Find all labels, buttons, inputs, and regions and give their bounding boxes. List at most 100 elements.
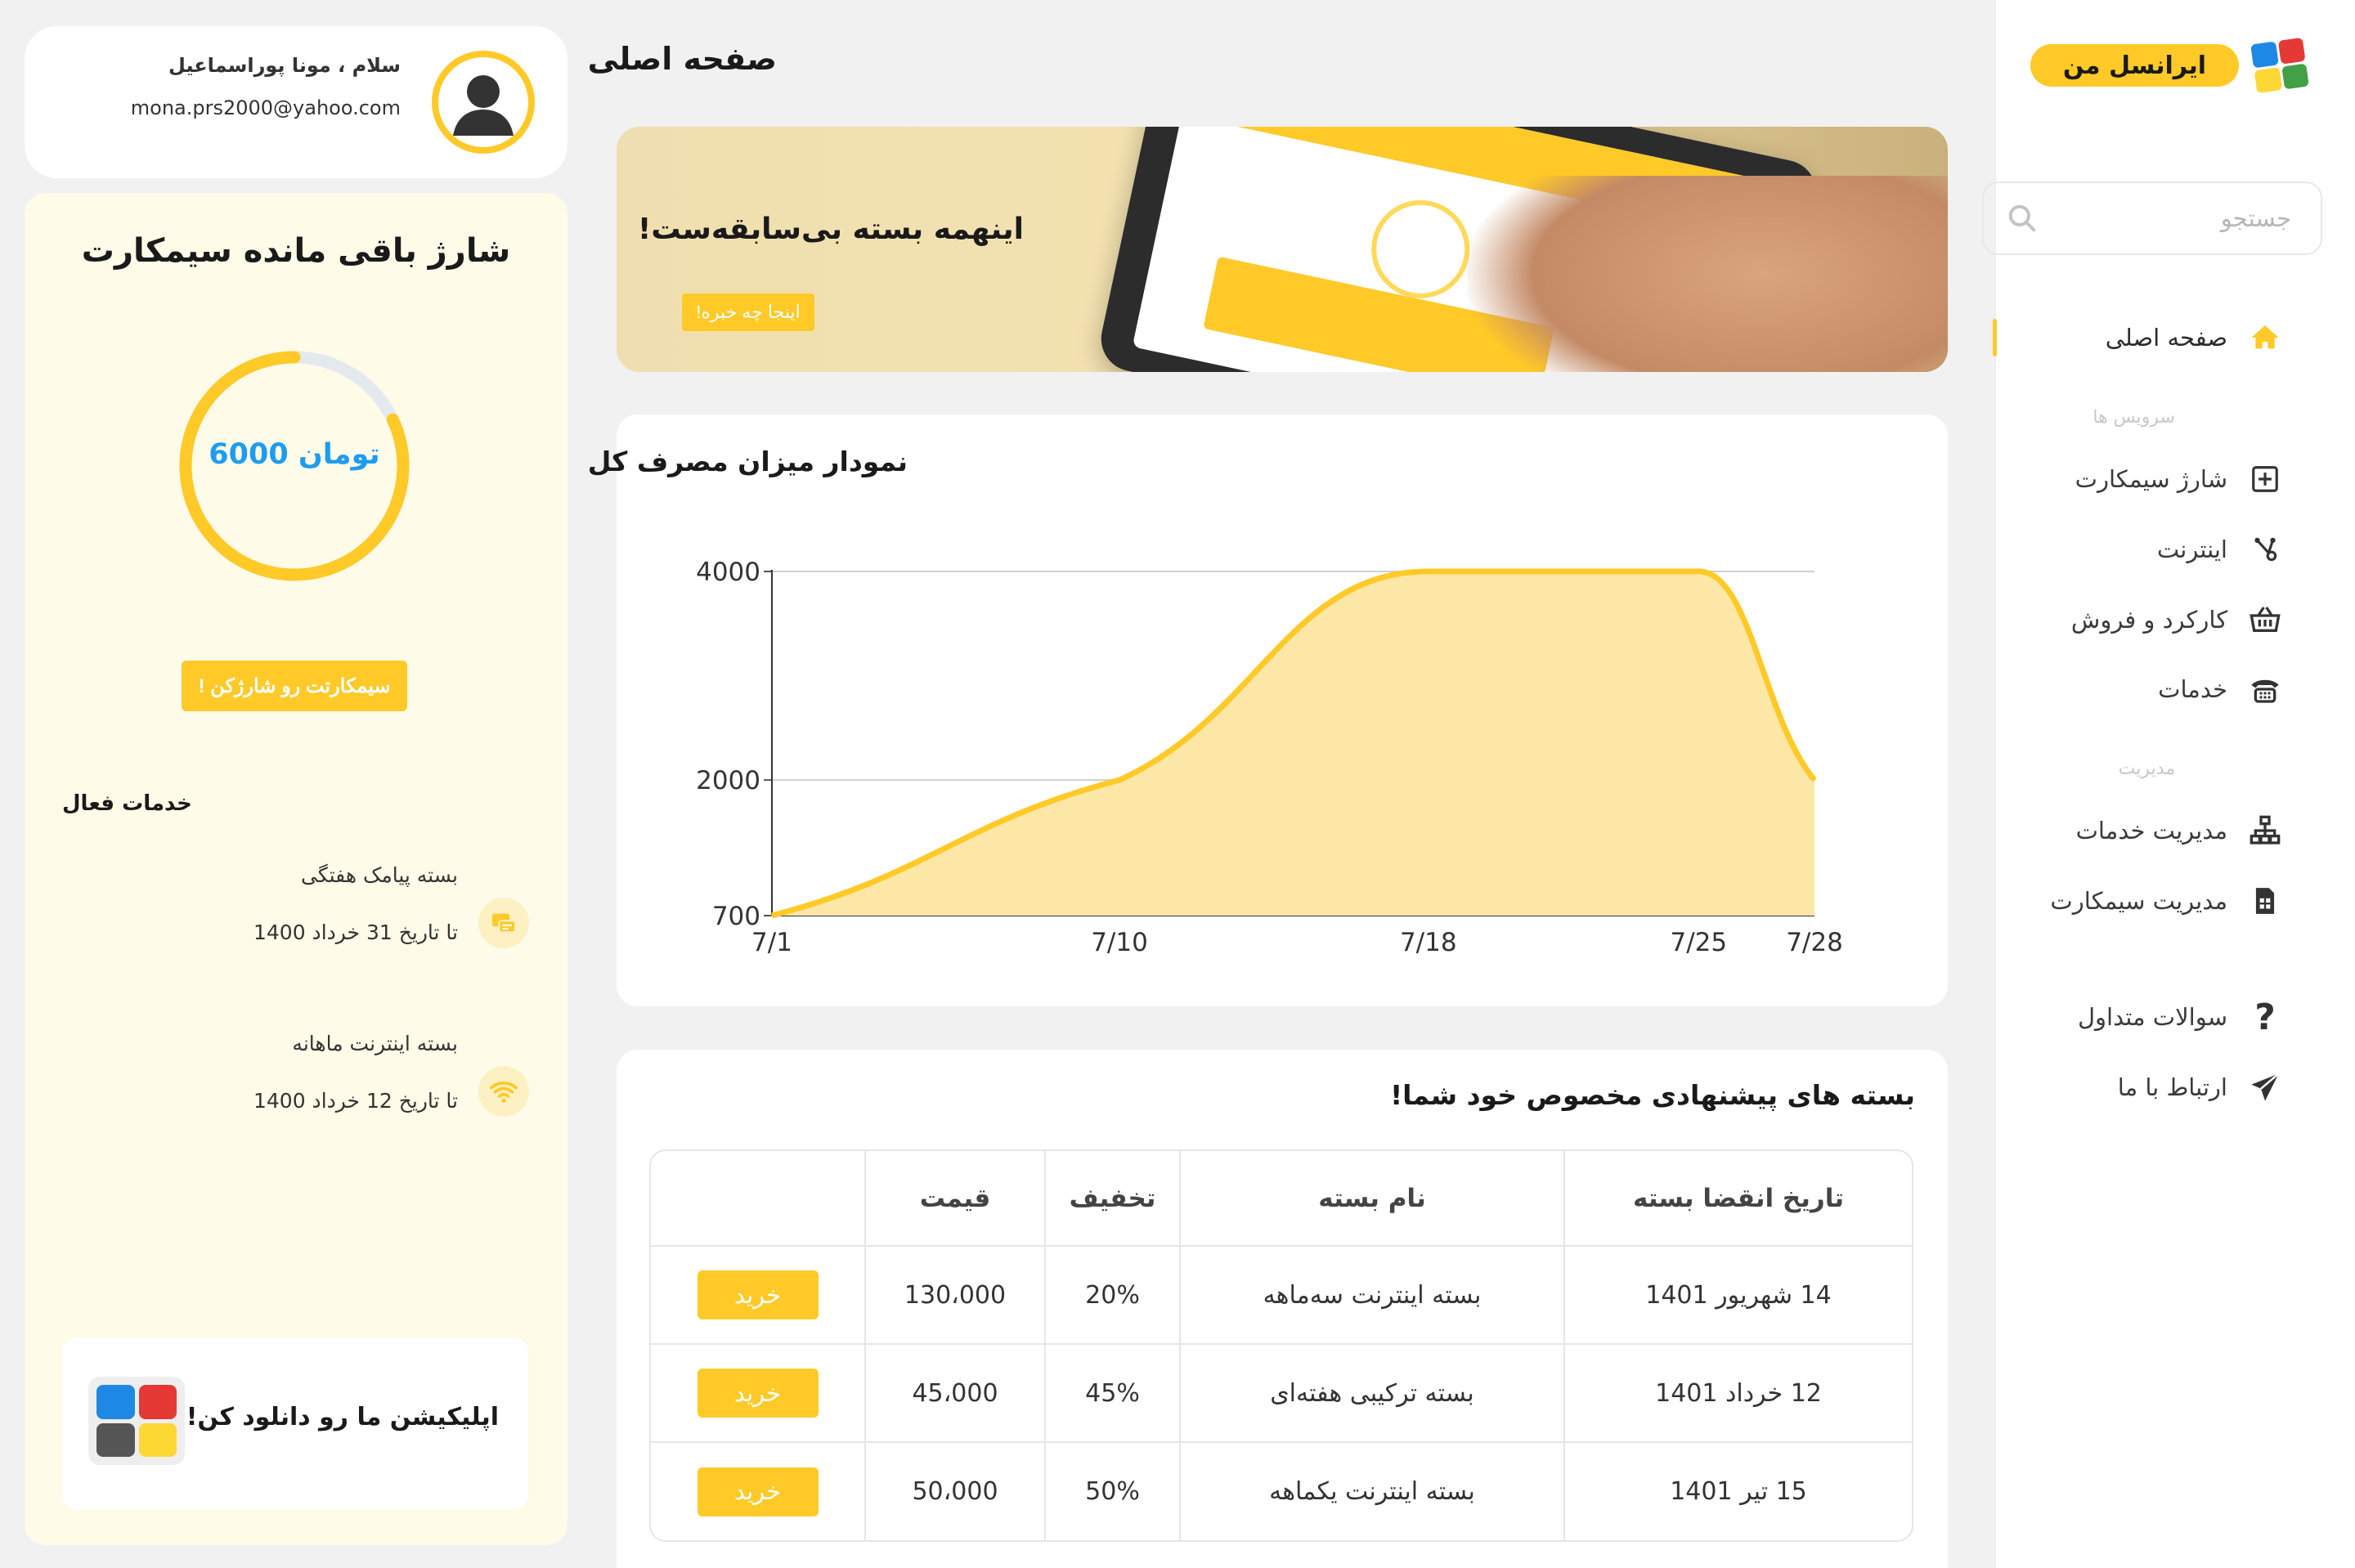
charge-amount: 6000 bbox=[209, 438, 289, 471]
charge-sim-button[interactable]: ! سیمکارتت رو شارژکن bbox=[182, 661, 407, 711]
col-header-expiry: تاریخ انقضا بسته bbox=[1563, 1151, 1912, 1247]
user-icon bbox=[453, 75, 514, 136]
internet-icon bbox=[2249, 533, 2281, 566]
banner-headline: اینهمه بسته بی‌سابقه‌ست! bbox=[637, 213, 1024, 246]
cell-discount: 20% bbox=[1044, 1246, 1180, 1345]
sim-charge-icon bbox=[2249, 463, 2281, 495]
nav-active-indicator bbox=[1993, 319, 1997, 356]
download-app-card[interactable]: اپلیکیشن ما رو دانلود کن! bbox=[62, 1337, 528, 1509]
offers-table: تاریخ انقضا بسته نام بسته تخفیف قیمت 14 … bbox=[651, 1151, 1912, 1540]
cell-action: خرید bbox=[651, 1246, 865, 1345]
table-row: 12 خرداد 1401 بسته ترکیبی هفته‌ای 45% 45،00… bbox=[651, 1344, 1912, 1443]
promo-banner[interactable]: اینهمه بسته بی‌سابقه‌ست! اینجا چه خبره! bbox=[617, 127, 1948, 372]
col-header-name: نام بسته bbox=[1179, 1151, 1564, 1247]
y-tick-label: 4000 bbox=[696, 558, 760, 587]
sidebar: ایرانسل من جستجو صفحه اصلی سرویس ها شارژ… bbox=[1982, 0, 2355, 1568]
data-point bbox=[1119, 779, 1120, 782]
charge-amount-wrap: تومان 6000 bbox=[172, 438, 417, 471]
service-until: تا تاریخ 31 خرداد 1400 bbox=[253, 921, 458, 944]
nav-label-home: صفحه اصلی bbox=[2105, 324, 2227, 352]
cell-action: خرید bbox=[651, 1344, 865, 1443]
buy-button[interactable]: خرید bbox=[697, 1270, 819, 1319]
table-row: 14 شهریور 1401 بسته اینترنت سه‌ماهه 20% 130… bbox=[651, 1246, 1912, 1345]
wifi-icon bbox=[478, 1066, 529, 1117]
offers-title: !بسته های پیشنهادی مخصوص خود شما bbox=[1390, 1079, 1915, 1111]
search-box[interactable]: جستجو bbox=[1982, 181, 2322, 255]
cell-action: خرید bbox=[651, 1442, 865, 1540]
nav-item-manage-services[interactable]: مدیریت خدمات bbox=[2076, 806, 2281, 855]
app-logo-icon bbox=[88, 1377, 185, 1465]
x-tick-label: 7/10 bbox=[1091, 928, 1148, 957]
buy-button[interactable]: خرید bbox=[697, 1369, 819, 1418]
nav-label: خدمات bbox=[2158, 675, 2227, 703]
usage-chart: 700 2000 4000 7/1 7/10 7/18 7/25 7/28 bbox=[696, 558, 1843, 957]
col-header-price: قیمت bbox=[864, 1151, 1045, 1247]
service-name: بسته پیامک هفتگی bbox=[300, 863, 458, 887]
home-icon bbox=[2249, 321, 2281, 354]
sitemap-icon bbox=[2249, 814, 2281, 847]
page-title: صفحه اصلی bbox=[587, 41, 777, 77]
question-icon: ? bbox=[2254, 996, 2276, 1038]
table-row: 15 تیر 1401 بسته اینترنت یکماهه 50% 50،000 خ… bbox=[651, 1442, 1912, 1540]
x-tick-label: 7/1 bbox=[751, 928, 792, 957]
nav-item-contact[interactable]: ارتباط با ما bbox=[2118, 1063, 2281, 1112]
hand-illustration bbox=[1467, 176, 1948, 372]
charge-card: شارژ باقی مانده سیمکارت تومان 6000 ! سیم… bbox=[25, 193, 567, 1545]
cell-price: 50،000 bbox=[864, 1442, 1045, 1540]
cell-name: بسته اینترنت یکماهه bbox=[1179, 1442, 1564, 1540]
x-tick-label: 7/25 bbox=[1671, 928, 1728, 957]
x-tick-label: 7/18 bbox=[1400, 928, 1457, 957]
user-email: mona.prs2000@yahoo.com bbox=[130, 96, 401, 119]
nav-section-manage: مدیریت bbox=[2118, 759, 2175, 779]
cell-expiry: 12 خرداد 1401 bbox=[1563, 1344, 1912, 1443]
active-service-item[interactable]: بسته پیامک هفتگی تا تاریخ 31 خرداد 1400 bbox=[25, 863, 567, 994]
cell-discount: 45% bbox=[1044, 1344, 1180, 1443]
data-point bbox=[1814, 779, 1815, 782]
nav-section-services: سرویس ها bbox=[2093, 407, 2175, 428]
nav-item-sim-charge[interactable]: شارژ سیمکارت bbox=[2075, 455, 2281, 504]
buy-button[interactable]: خرید bbox=[697, 1467, 819, 1516]
user-greeting: سلام ، مونا پوراسماعیل bbox=[168, 54, 401, 77]
brand-name: ایرانسل من bbox=[2030, 44, 2239, 87]
nav-item-internet[interactable]: اینترنت bbox=[2157, 525, 2281, 574]
cell-price: 45،000 bbox=[864, 1344, 1045, 1443]
charge-unit: تومان bbox=[298, 438, 380, 471]
data-point bbox=[1698, 571, 1700, 572]
cell-expiry: 15 تیر 1401 bbox=[1563, 1442, 1912, 1540]
cell-expiry: 14 شهریور 1401 bbox=[1563, 1246, 1912, 1345]
sms-icon bbox=[478, 898, 529, 948]
banner-button[interactable]: اینجا چه خبره! bbox=[682, 293, 814, 331]
nav-item-manage-sim[interactable]: مدیریت سیمکارت bbox=[2050, 876, 2281, 925]
service-name: بسته اینترنت ماهانه bbox=[292, 1032, 458, 1055]
active-services-title: خدمات فعال bbox=[62, 791, 192, 816]
nav-item-sales[interactable]: کارکرد و فروش bbox=[2071, 595, 2281, 644]
offers-card: !بسته های پیشنهادی مخصوص خود شما تاریخ ا… bbox=[617, 1050, 1948, 1568]
sim-card-icon bbox=[2249, 885, 2281, 917]
data-point bbox=[1427, 571, 1429, 572]
nav-item-services[interactable]: خدمات bbox=[2158, 665, 2281, 714]
cell-price: 130،000 bbox=[864, 1246, 1045, 1345]
cell-name: بسته ترکیبی هفته‌ای bbox=[1179, 1344, 1564, 1443]
nav-label: مدیریت سیمکارت bbox=[2050, 887, 2227, 915]
nav-label: شارژ سیمکارت bbox=[2075, 465, 2227, 493]
offers-table-wrap: تاریخ انقضا بسته نام بسته تخفیف قیمت 14 … bbox=[649, 1149, 1913, 1542]
active-service-item[interactable]: بسته اینترنت ماهانه تا تاریخ 12 خرداد 14… bbox=[25, 1032, 567, 1163]
send-icon bbox=[2249, 1071, 2281, 1104]
area-fill bbox=[772, 571, 1814, 916]
avatar[interactable] bbox=[432, 51, 535, 154]
search-input[interactable]: جستجو bbox=[2221, 204, 2291, 232]
table-header-row: تاریخ انقضا بسته نام بسته تخفیف قیمت bbox=[651, 1151, 1912, 1247]
service-until: تا تاریخ 12 خرداد 1400 bbox=[253, 1089, 458, 1113]
user-card[interactable]: سلام ، مونا پوراسماعیل mona.prs2000@yaho… bbox=[25, 26, 567, 178]
nav-item-home[interactable]: صفحه اصلی bbox=[2106, 313, 2281, 362]
brand[interactable]: ایرانسل من bbox=[2030, 37, 2309, 94]
data-point bbox=[771, 915, 773, 916]
phone-icon bbox=[2249, 673, 2281, 706]
puzzle-logo-icon bbox=[2250, 37, 2309, 94]
nav-item-faq[interactable]: ? سوالات متداول bbox=[2078, 992, 2281, 1042]
nav-label: ارتباط با ما bbox=[2117, 1073, 2227, 1101]
charge-title: شارژ باقی مانده سیمکارت bbox=[81, 232, 511, 270]
nav-label: سوالات متداول bbox=[2077, 1003, 2227, 1031]
usage-chart-card: نمودار میزان مصرف کل 700 2000 4000 7/1 7/10 7… bbox=[588, 414, 1948, 1006]
x-tick-label: 7/28 bbox=[1786, 928, 1843, 957]
